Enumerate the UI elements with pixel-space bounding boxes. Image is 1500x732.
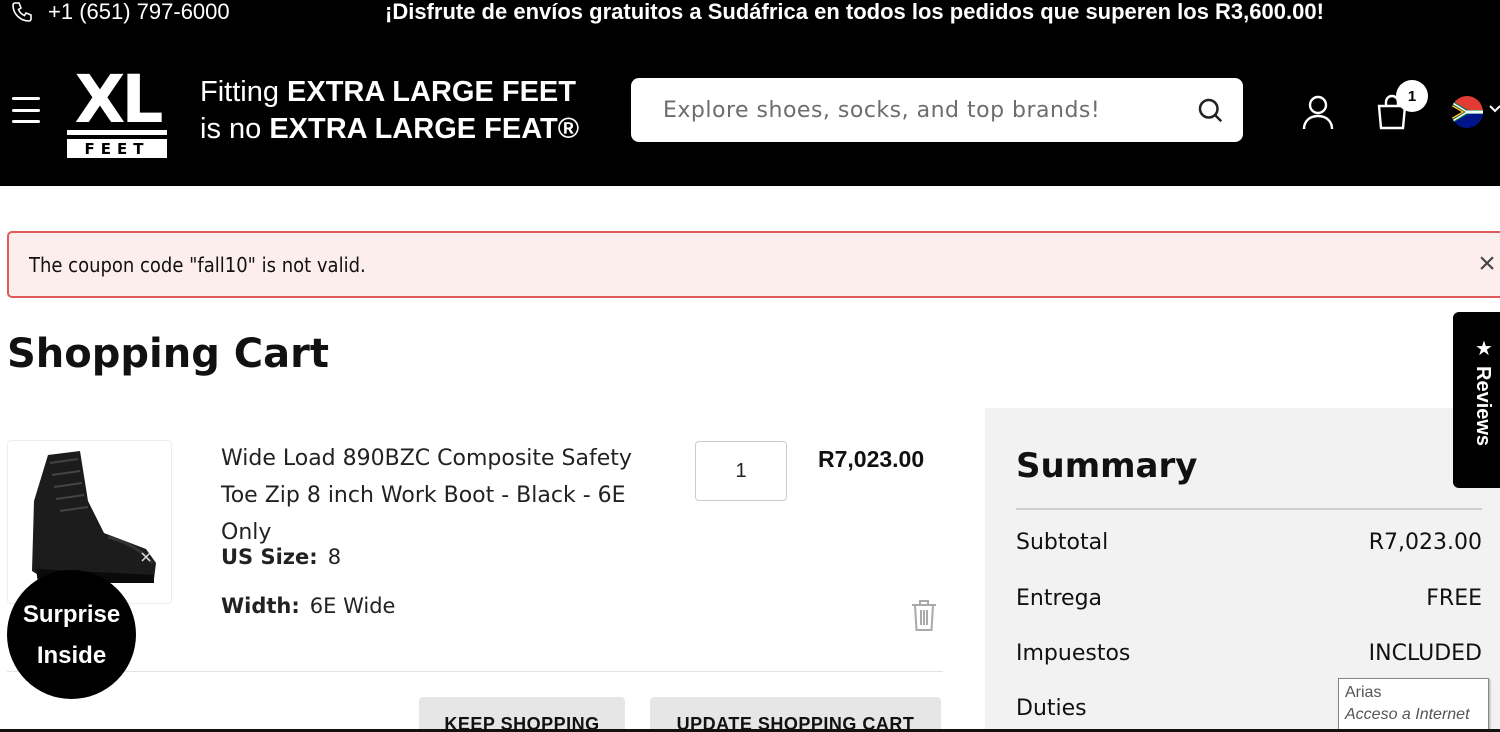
page-title: Shopping Cart bbox=[7, 331, 329, 377]
surprise-inside-badge[interactable]: Surprise Inside bbox=[7, 570, 136, 699]
phone-icon bbox=[12, 2, 32, 22]
summary-row-delivery: Entrega FREE bbox=[1016, 586, 1482, 611]
reviews-label: ★ Reviews bbox=[1471, 336, 1495, 446]
summary-row-subtotal: Subtotal R7,023.00 bbox=[1016, 530, 1482, 555]
surprise-line-1: Surprise bbox=[22, 600, 121, 628]
size-value: 8 bbox=[327, 545, 342, 569]
account-icon[interactable] bbox=[1301, 94, 1335, 130]
star-icon: ★ bbox=[1472, 336, 1494, 360]
tooltip: Arias Acceso a Internet bbox=[1338, 678, 1489, 730]
search-bar bbox=[631, 78, 1243, 142]
tagline-bold-1: EXTRA LARGE FEET bbox=[287, 76, 576, 108]
reviews-tab[interactable]: ★ Reviews bbox=[1453, 312, 1500, 488]
coupon-error-alert: The coupon code "fall10" is not valid. × bbox=[7, 231, 1500, 298]
site-header: +1 (651) 797-6000 ¡Disfrute de envíos gr… bbox=[0, 0, 1500, 186]
shipping-promo-banner: ¡Disfrute de envíos gratuitos a Sudáfric… bbox=[385, 0, 1324, 24]
tagline-bold-2: EXTRA LARGE FEAT® bbox=[269, 113, 580, 145]
summary-label: Subtotal bbox=[1016, 530, 1109, 555]
phone-number[interactable]: +1 (651) 797-6000 bbox=[48, 0, 230, 25]
search-icon[interactable] bbox=[1195, 95, 1225, 125]
reviews-text: Reviews bbox=[1472, 366, 1494, 447]
svg-text:FEET: FEET bbox=[85, 140, 150, 158]
item-price: R7,023.00 bbox=[818, 446, 925, 472]
summary-value: R7,023.00 bbox=[1368, 530, 1482, 555]
product-name[interactable]: Wide Load 890BZC Composite Safety Toe Zi… bbox=[221, 440, 671, 551]
close-icon[interactable]: × bbox=[1473, 249, 1500, 279]
search-input[interactable] bbox=[663, 97, 1195, 123]
cart-count-badge[interactable]: 1 bbox=[1396, 80, 1428, 112]
summary-row-taxes: Impuestos INCLUDED bbox=[1016, 641, 1482, 666]
trash-icon[interactable] bbox=[910, 598, 938, 632]
keep-shopping-button[interactable]: KEEP SHOPPING bbox=[419, 697, 625, 732]
quantity-input[interactable]: 1 bbox=[695, 441, 787, 501]
svg-text:XL: XL bbox=[75, 62, 163, 138]
tagline-prefix-2: is no bbox=[200, 113, 270, 145]
xl-feet-logo[interactable]: XL FEET bbox=[67, 62, 167, 160]
tagline-prefix-1: Fitting bbox=[200, 76, 288, 108]
phone-contact[interactable]: +1 (651) 797-6000 bbox=[8, 0, 230, 24]
update-cart-button[interactable]: UPDATE SHOPPING CART bbox=[650, 697, 941, 732]
south-africa-flag-icon[interactable] bbox=[1451, 96, 1483, 128]
menu-icon[interactable] bbox=[12, 97, 40, 123]
tooltip-line-2: Acceso a Internet bbox=[1345, 706, 1470, 723]
width-value: 6E Wide bbox=[309, 594, 396, 618]
summary-label: Impuestos bbox=[1016, 641, 1131, 666]
summary-label: Entrega bbox=[1016, 586, 1103, 611]
summary-label: Duties bbox=[1016, 696, 1087, 721]
cart-divider bbox=[7, 671, 943, 672]
summary-title: Summary bbox=[1016, 446, 1198, 486]
brand-tagline: Fitting EXTRA LARGE FEET is no EXTRA LAR… bbox=[200, 74, 579, 148]
summary-value: FREE bbox=[1426, 586, 1482, 611]
product-width: Width: 6E Wide bbox=[221, 594, 395, 618]
size-label: US Size: bbox=[221, 545, 318, 569]
summary-value: INCLUDED bbox=[1368, 641, 1482, 666]
width-label: Width: bbox=[221, 594, 300, 618]
chevron-down-icon[interactable] bbox=[1488, 102, 1500, 116]
summary-divider bbox=[1016, 508, 1482, 510]
tooltip-line-1: Arias bbox=[1345, 684, 1382, 701]
product-size: US Size: 8 bbox=[221, 545, 341, 569]
surprise-line-2: Inside bbox=[36, 641, 107, 669]
alert-message: The coupon code "fall10" is not valid. bbox=[29, 252, 366, 277]
